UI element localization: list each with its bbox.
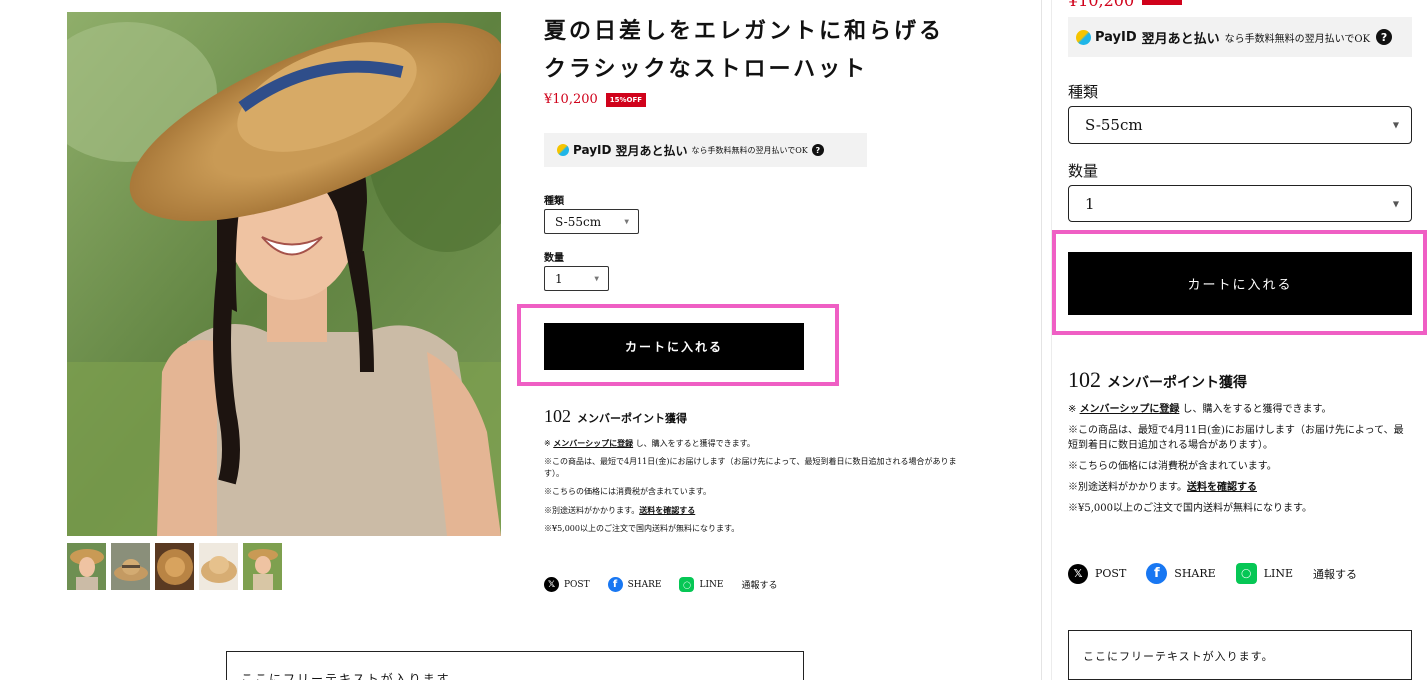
note-2: ※この商品は、最短で4月11日(金)にお届けします（お届け先によって、最短到着日…	[1068, 425, 1404, 451]
divider	[1041, 0, 1042, 680]
points-line: 102 メンバーポイント獲得	[544, 406, 687, 427]
notes-block: ※ メンバーシップに登録 し、購入をすると獲得できます。 ※この商品は、最短で4…	[544, 437, 959, 535]
shipping-link[interactable]: 送料を確認する	[1187, 482, 1257, 493]
help-icon[interactable]: ?	[811, 144, 824, 156]
note-1-suffix: し、購入をすると獲得できます。	[1179, 404, 1332, 415]
thumbnail[interactable]	[199, 543, 238, 590]
thumbnail[interactable]	[111, 543, 150, 590]
note-1-suffix: し、購入をすると獲得できます。	[633, 439, 755, 448]
points-label: メンバーポイント獲得	[577, 412, 687, 425]
note-5: ※¥5,000以上のご注文で国内送料が無料になります。	[1068, 503, 1312, 514]
share-x-button[interactable]: 𝕏 POST	[544, 577, 590, 592]
share-bar: 𝕏 POST f SHARE ◯ LINE 通報する	[544, 577, 777, 592]
line-icon: ◯	[1235, 563, 1257, 584]
discount-badge	[1142, 0, 1183, 5]
note-4-prefix: ※別途送料がかかります。	[1068, 482, 1187, 493]
type-select-value: S-55cm	[555, 214, 602, 229]
type-select-value: S-55cm	[1085, 116, 1143, 134]
share-bar: 𝕏 POST f SHARE ◯ LINE 通報する	[1068, 563, 1357, 584]
free-text-box: ここにフリーテキストが入ります。	[226, 651, 804, 680]
note-3: ※こちらの価格には消費税が含まれています。	[1068, 461, 1277, 472]
add-to-cart-button[interactable]: カートに入れる	[1068, 252, 1412, 315]
share-facebook-label: SHARE	[627, 579, 662, 590]
thumbnail[interactable]	[243, 543, 282, 590]
chevron-down-icon: ▼	[594, 275, 599, 282]
share-facebook-label: SHARE	[1174, 567, 1216, 580]
free-text: ここにフリーテキストが入ります。	[1083, 650, 1274, 663]
note-2: ※この商品は、最短で4月11日(金)にお届けします（お届け先によって、最短到着日…	[544, 457, 957, 478]
report-link[interactable]: 通報する	[1313, 566, 1357, 582]
facebook-icon: f	[607, 577, 623, 592]
type-select[interactable]: S-55cm ▼	[544, 209, 639, 234]
thumbnail[interactable]	[67, 543, 106, 590]
note-4-prefix: ※別途送料がかかります。	[544, 506, 640, 515]
shipping-link[interactable]: 送料を確認する	[639, 505, 695, 515]
notes-block: ※ メンバーシップに登録 し、購入をすると獲得できます。 ※この商品は、最短で4…	[1068, 402, 1413, 516]
x-icon: 𝕏	[1068, 563, 1088, 584]
divider	[1051, 0, 1052, 680]
add-to-cart-button[interactable]: カートに入れる	[544, 323, 804, 370]
product-price: ¥10,200	[544, 92, 598, 107]
note-5: ※¥5,000以上のご注文で国内送料が無料になります。	[544, 524, 740, 533]
share-line-label: LINE	[699, 579, 724, 590]
payid-label: 翌月あと払い	[1141, 31, 1220, 47]
payid-brand: PayID	[1095, 29, 1137, 45]
type-label: 種類	[1068, 83, 1099, 101]
quantity-select-value: 1	[1085, 194, 1095, 213]
payid-brand: PayID	[573, 143, 612, 157]
chevron-down-icon: ▼	[1392, 199, 1399, 208]
points-value: 102	[1068, 367, 1101, 392]
payid-note: なら手数料無料の翌月払いでOK	[691, 145, 808, 155]
quantity-select[interactable]: 1 ▼	[544, 266, 609, 291]
note-3: ※こちらの価格には消費税が含まれています。	[544, 487, 711, 496]
payid-banner: PayID 翌月あと払い なら手数料無料の翌月払いでOK ?	[1068, 17, 1412, 57]
product-title: 夏の日差しをエレガントに和らげるクラシックなストローハット	[544, 18, 945, 82]
x-icon: 𝕏	[544, 577, 559, 592]
thumbnail-strip	[67, 543, 282, 590]
payid-label: 翌月あと払い	[615, 143, 688, 158]
discount-badge: 15%OFF	[605, 92, 647, 107]
price-row-cropped: ¥10,200	[1068, 0, 1183, 10]
note-1-prefix: ※	[544, 439, 554, 448]
report-link[interactable]: 通報する	[741, 578, 777, 591]
share-line-label: LINE	[1263, 567, 1293, 580]
thumbnail[interactable]	[155, 543, 194, 590]
share-facebook-button[interactable]: f SHARE	[607, 577, 662, 592]
payid-banner: PayID 翌月あと払い なら手数料無料の翌月払いでOK ?	[544, 133, 867, 167]
share-x-button[interactable]: 𝕏 POST	[1068, 563, 1127, 584]
points-line: 102 メンバーポイント獲得	[1068, 367, 1247, 393]
membership-link[interactable]: メンバーシップに登録	[1080, 404, 1180, 415]
help-icon[interactable]: ?	[1376, 29, 1393, 45]
share-x-label: POST	[564, 579, 590, 590]
product-price: ¥10,200	[1068, 0, 1135, 10]
chevron-down-icon: ▼	[624, 218, 629, 225]
share-facebook-button[interactable]: f SHARE	[1146, 563, 1216, 584]
free-text: ここにフリーテキストが入ります。	[241, 672, 464, 680]
share-line-button[interactable]: ◯ LINE	[1235, 563, 1293, 584]
chevron-down-icon: ▼	[1392, 120, 1399, 130]
free-text-box: ここにフリーテキストが入ります。	[1068, 630, 1412, 680]
product-main-image[interactable]	[67, 12, 501, 536]
points-label: メンバーポイント獲得	[1107, 375, 1247, 391]
price-row: ¥10,200 15%OFF	[544, 92, 647, 107]
points-value: 102	[544, 406, 571, 426]
note-1-prefix: ※	[1068, 404, 1080, 415]
facebook-icon: f	[1146, 563, 1168, 584]
payid-logo-icon	[557, 144, 569, 156]
line-icon: ◯	[679, 577, 695, 592]
share-x-label: POST	[1095, 567, 1127, 580]
payid-logo-icon	[1076, 29, 1091, 45]
quantity-select[interactable]: 1 ▼	[1068, 185, 1412, 222]
type-select[interactable]: S-55cm ▼	[1068, 106, 1412, 144]
quantity-label: 数量	[1068, 162, 1099, 180]
type-label: 種類	[544, 196, 564, 207]
share-line-button[interactable]: ◯ LINE	[679, 577, 723, 592]
quantity-select-value: 1	[555, 271, 563, 286]
payid-note: なら手数料無料の翌月払いでOK	[1224, 33, 1371, 45]
membership-link[interactable]: メンバーシップに登録	[553, 438, 633, 448]
quantity-label: 数量	[544, 253, 564, 264]
